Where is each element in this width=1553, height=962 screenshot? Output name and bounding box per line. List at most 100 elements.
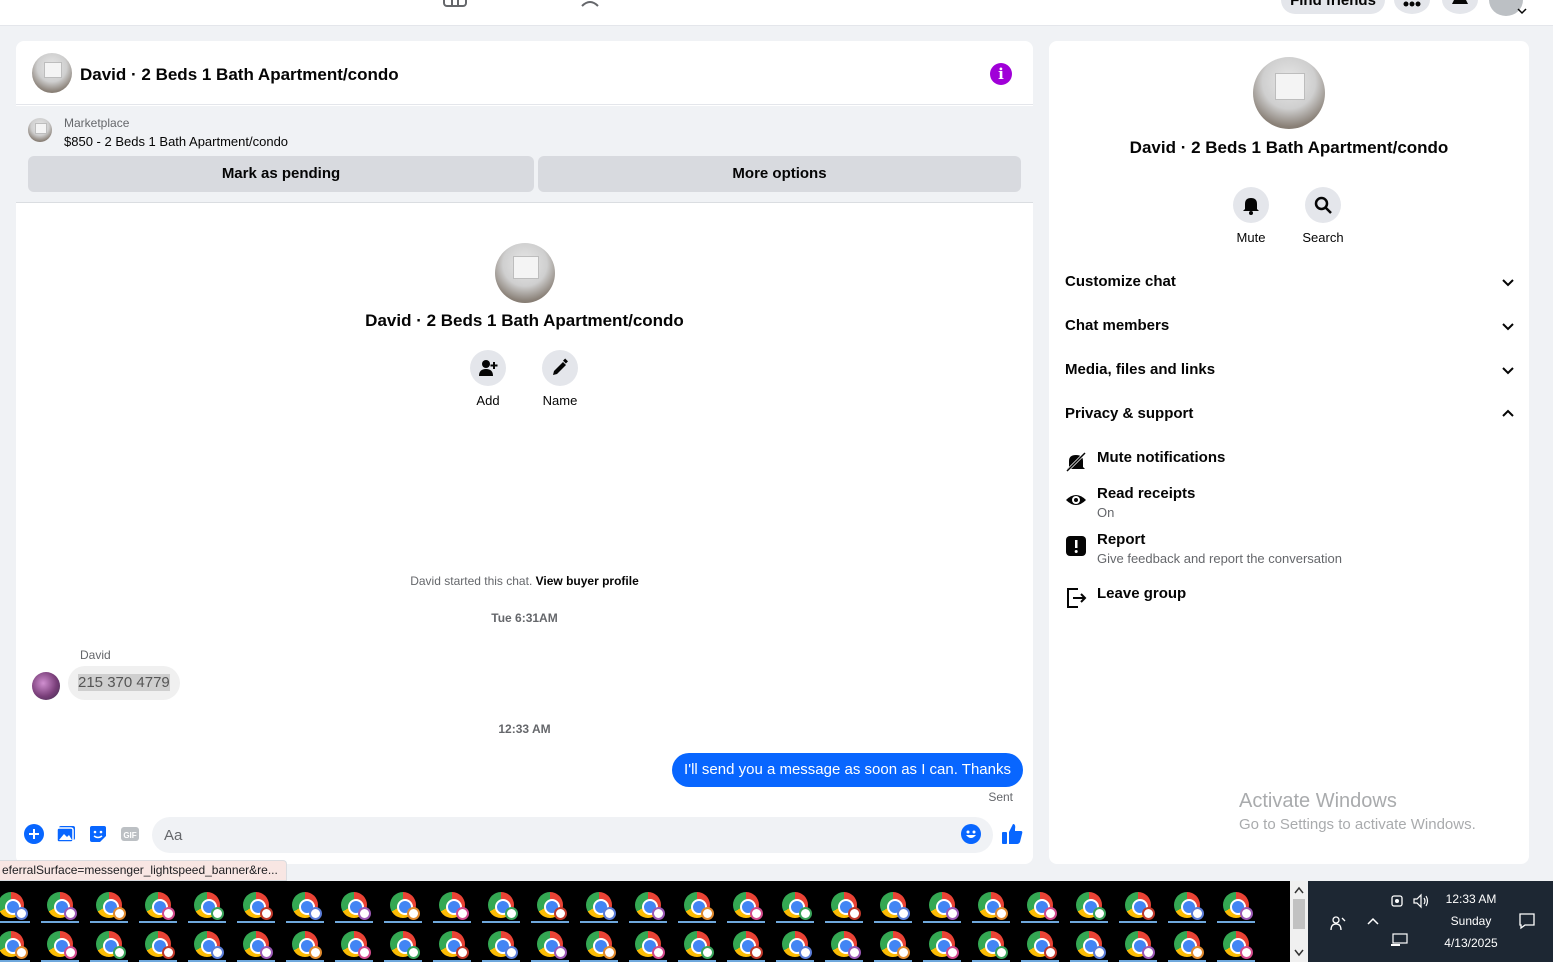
chrome-taskbar-icon[interactable]	[978, 931, 1008, 959]
chrome-taskbar-icon[interactable]	[96, 931, 126, 959]
chrome-taskbar-icon[interactable]	[488, 892, 518, 920]
meet-icon[interactable]	[1390, 893, 1406, 909]
outgoing-message[interactable]: I'll send you a message as soon as I can…	[672, 753, 1023, 787]
chrome-taskbar-icon[interactable]	[733, 892, 763, 920]
notifications-button[interactable]	[1442, 0, 1478, 14]
chrome-taskbar-icon[interactable]	[684, 931, 714, 959]
chrome-taskbar-icon[interactable]	[586, 931, 616, 959]
profile-badge-icon	[652, 907, 665, 920]
search-action[interactable]: Search	[1288, 187, 1358, 245]
find-friends-button[interactable]: Find friends	[1281, 0, 1385, 14]
chrome-taskbar-icon[interactable]	[47, 892, 77, 920]
chevron-up-icon[interactable]	[1366, 915, 1380, 927]
chrome-taskbar-icon[interactable]	[929, 931, 959, 959]
menu-grid-button[interactable]	[1394, 0, 1430, 14]
chrome-taskbar-icon[interactable]	[1125, 892, 1155, 920]
chrome-taskbar-icon[interactable]	[439, 931, 469, 959]
clock-date[interactable]: 4/13/2025	[1434, 936, 1508, 950]
chrome-taskbar-icon[interactable]	[390, 931, 420, 959]
chrome-taskbar-icon[interactable]	[929, 892, 959, 920]
action-center-icon[interactable]	[1518, 912, 1536, 930]
chrome-taskbar-icon[interactable]	[1076, 892, 1106, 920]
people-icon[interactable]	[1330, 915, 1346, 931]
chrome-taskbar-icon[interactable]	[1027, 892, 1057, 920]
plus-icon[interactable]	[24, 824, 44, 844]
chrome-taskbar-icon[interactable]	[782, 892, 812, 920]
mute-notifications-option[interactable]: Mute notifications	[1065, 449, 1505, 473]
chrome-taskbar-icon[interactable]	[733, 931, 763, 959]
info-icon[interactable]: i	[990, 63, 1012, 85]
chrome-taskbar-icon[interactable]	[292, 892, 322, 920]
chrome-taskbar-icon[interactable]	[243, 931, 273, 959]
chrome-taskbar-icon[interactable]	[145, 892, 175, 920]
network-icon[interactable]	[1390, 933, 1408, 947]
chrome-taskbar-icon[interactable]	[194, 892, 224, 920]
chrome-taskbar-icon[interactable]	[831, 892, 861, 920]
mark-as-pending-button[interactable]: Mark as pending	[28, 156, 534, 192]
chrome-taskbar-icon[interactable]	[586, 892, 616, 920]
profile-nav-icon[interactable]	[717, 0, 743, 10]
sticker-icon[interactable]	[88, 824, 108, 844]
emoji-icon[interactable]	[961, 824, 981, 844]
clock-day[interactable]: Sunday	[1434, 914, 1508, 928]
chrome-taskbar-icon[interactable]	[880, 931, 910, 959]
chrome-taskbar-icon[interactable]	[194, 931, 224, 959]
chrome-taskbar-icon[interactable]	[782, 931, 812, 959]
chrome-taskbar-icon[interactable]	[684, 892, 714, 920]
listing-thumbnail[interactable]	[28, 118, 52, 142]
more-options-button[interactable]: More options	[538, 156, 1021, 192]
chrome-taskbar-icon[interactable]	[1076, 931, 1106, 959]
read-receipts-option[interactable]: Read receipts On	[1065, 485, 1505, 525]
chrome-taskbar-icon[interactable]	[1027, 931, 1057, 959]
marketplace-nav-icon[interactable]	[442, 0, 468, 10]
thumbs-up-icon[interactable]	[1001, 823, 1023, 845]
leave-group-option[interactable]: Leave group	[1065, 585, 1505, 609]
edit-name-action[interactable]: Name	[530, 350, 590, 408]
chrome-taskbar-icon[interactable]	[292, 931, 322, 959]
chrome-taskbar-icon[interactable]	[1125, 931, 1155, 959]
chat-avatar[interactable]	[32, 53, 72, 93]
customize-chat-section[interactable]: Customize chat	[1065, 267, 1515, 297]
photo-icon[interactable]	[56, 824, 76, 844]
chrome-taskbar-icon[interactable]	[341, 931, 371, 959]
media-files-links-section[interactable]: Media, files and links	[1065, 355, 1515, 385]
view-buyer-profile-link[interactable]: View buyer profile	[536, 574, 639, 588]
mute-action[interactable]: Mute	[1216, 187, 1286, 245]
chrome-taskbar-icon[interactable]	[488, 931, 518, 959]
add-people-action[interactable]: Add	[458, 350, 518, 408]
chat-members-section[interactable]: Chat members	[1065, 311, 1515, 341]
chrome-taskbar-icon[interactable]	[978, 892, 1008, 920]
incoming-message[interactable]: 215 370 4779	[68, 666, 180, 700]
gif-icon[interactable]: GIF	[120, 824, 140, 844]
report-option[interactable]: Report Give feedback and report the conv…	[1065, 531, 1505, 571]
chrome-taskbar-icon[interactable]	[47, 931, 77, 959]
chrome-taskbar-icon[interactable]	[1174, 931, 1204, 959]
chrome-taskbar-icon[interactable]	[0, 931, 28, 959]
listing-title[interactable]: $850 - 2 Beds 1 Bath Apartment/condo	[64, 134, 288, 149]
clock-time[interactable]: 12:33 AM	[1434, 892, 1508, 906]
speaker-icon[interactable]	[1412, 893, 1430, 909]
chrome-taskbar-icon[interactable]	[439, 892, 469, 920]
taskbar-scrollbar[interactable]	[1290, 881, 1308, 962]
chrome-taskbar-icon[interactable]	[1174, 892, 1204, 920]
chrome-taskbar-icon[interactable]	[145, 931, 175, 959]
chrome-taskbar-icon[interactable]	[1223, 892, 1253, 920]
chrome-taskbar-icon[interactable]	[831, 931, 861, 959]
chat-title[interactable]: David · 2 Beds 1 Bath Apartment/condo	[80, 65, 399, 85]
sender-avatar[interactable]	[32, 672, 60, 700]
chrome-taskbar-icon[interactable]	[341, 892, 371, 920]
chrome-taskbar-icon[interactable]	[1223, 931, 1253, 959]
message-input[interactable]	[152, 817, 993, 853]
groups-nav-icon[interactable]	[580, 0, 606, 10]
chrome-taskbar-icon[interactable]	[96, 892, 126, 920]
chrome-taskbar-icon[interactable]	[537, 892, 567, 920]
chrome-taskbar-icon[interactable]	[880, 892, 910, 920]
chevron-down-icon[interactable]	[1516, 6, 1528, 16]
chrome-taskbar-icon[interactable]	[0, 892, 28, 920]
chrome-taskbar-icon[interactable]	[635, 931, 665, 959]
chrome-taskbar-icon[interactable]	[390, 892, 420, 920]
privacy-support-section[interactable]: Privacy & support	[1065, 399, 1515, 429]
chrome-taskbar-icon[interactable]	[635, 892, 665, 920]
chrome-taskbar-icon[interactable]	[537, 931, 567, 959]
chrome-taskbar-icon[interactable]	[243, 892, 273, 920]
